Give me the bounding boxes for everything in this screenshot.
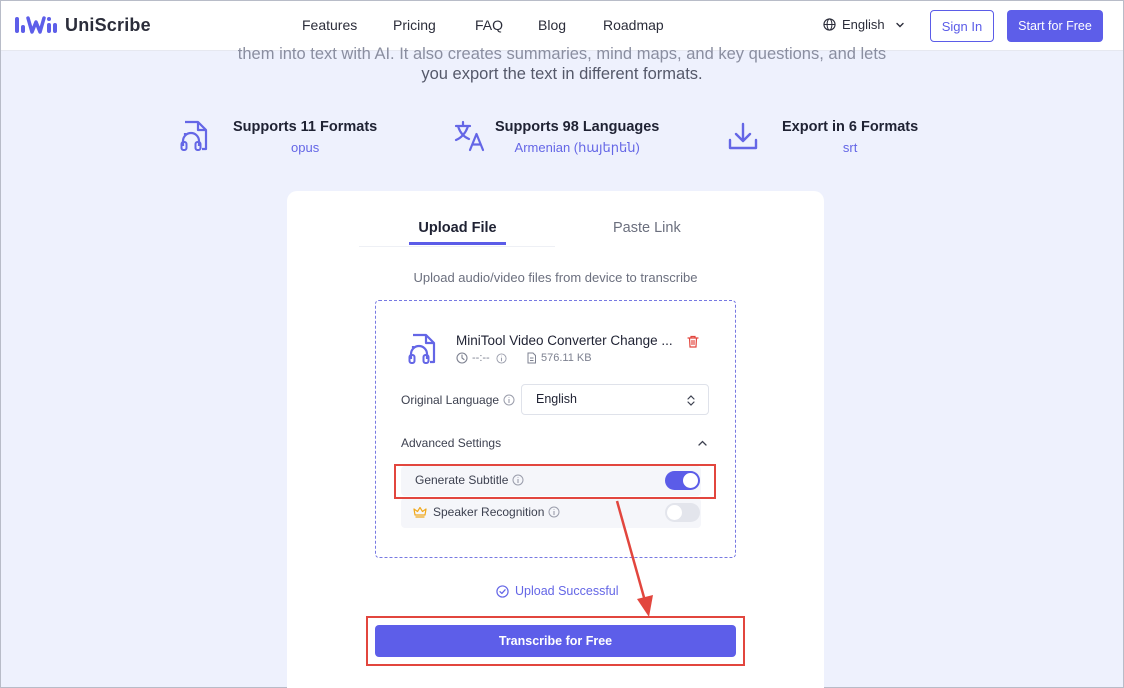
nav-roadmap[interactable]: Roadmap [603, 17, 664, 33]
file-duration: --:-- [456, 352, 511, 364]
start-for-free-button[interactable]: Start for Free [1007, 10, 1103, 42]
feature-title: Supports 98 Languages [495, 119, 660, 135]
translate-icon [454, 120, 485, 152]
feature-export: Export in 6 Formats srt [726, 119, 918, 155]
size-value: 576.11 KB [541, 352, 592, 364]
uniscribe-logo-icon [15, 16, 57, 34]
brand-logo[interactable]: UniScribe [15, 14, 151, 36]
language-select-value: English [536, 392, 577, 406]
language-label: English [842, 17, 885, 32]
language-switcher[interactable]: English [823, 17, 911, 32]
check-circle-icon [496, 584, 509, 598]
duration-value: --:-- [472, 352, 490, 364]
tab-upload-file[interactable]: Upload File [409, 220, 506, 245]
speaker-recognition-text: Speaker Recognition [433, 505, 545, 519]
info-icon[interactable] [503, 394, 515, 406]
feature-languages: Supports 98 Languages Armenian (հայերեն) [453, 119, 659, 156]
info-icon[interactable] [548, 506, 560, 518]
intro-text-line2: you export the text in different formats… [421, 65, 703, 83]
brand-name: UniScribe [65, 14, 151, 35]
audio-file-icon [180, 120, 208, 151]
chevron-up-icon[interactable] [697, 438, 708, 448]
speaker-recognition-label: Speaker Recognition [413, 505, 560, 519]
speaker-recognition-toggle[interactable] [665, 503, 700, 522]
tab-paste-link[interactable]: Paste Link [613, 220, 681, 236]
upload-status: Upload Successful [496, 584, 619, 598]
feature-title: Export in 6 Formats [782, 119, 919, 135]
original-language-label: Original Language [401, 393, 515, 407]
feature-title: Supports 11 Formats [233, 119, 378, 135]
document-icon [527, 352, 536, 364]
highlight-box-subtitle [394, 464, 716, 499]
file-size: 576.11 KB [526, 352, 592, 364]
nav-blog[interactable]: Blog [538, 17, 566, 33]
feature-subtitle: Armenian (հայերեն) [514, 140, 640, 155]
nav-faq[interactable]: FAQ [475, 17, 503, 33]
upload-status-text: Upload Successful [515, 584, 619, 598]
upload-hint: Upload audio/video files from device to … [413, 270, 698, 285]
nav-features[interactable]: Features [302, 17, 357, 33]
nav-pricing[interactable]: Pricing [393, 17, 436, 33]
feature-subtitle: opus [291, 140, 320, 155]
trash-icon[interactable] [687, 335, 699, 348]
sign-in-button[interactable]: Sign In [930, 10, 994, 42]
feature-formats: Supports 11 Formats opus [179, 119, 377, 155]
file-name: MiniTool Video Converter Change ... [456, 333, 673, 348]
audio-file-icon [408, 333, 436, 364]
top-header: UniScribe Features Pricing FAQ Blog Road… [1, 1, 1123, 51]
original-language-text: Original Language [401, 393, 500, 407]
original-language-select[interactable]: English [521, 384, 709, 415]
chevron-updown-icon [687, 395, 695, 406]
clock-icon [456, 352, 468, 364]
globe-icon [823, 18, 836, 31]
toggle-knob [667, 505, 682, 520]
chevron-down-icon [895, 22, 904, 27]
transcribe-button[interactable]: Transcribe for Free [375, 625, 736, 657]
intro-text-line1: them into text with AI. It also creates … [237, 45, 887, 63]
info-icon [496, 352, 507, 364]
crown-icon [413, 506, 427, 518]
advanced-settings-label[interactable]: Advanced Settings [401, 436, 501, 450]
feature-subtitle: srt [842, 140, 858, 155]
download-icon [728, 122, 758, 150]
